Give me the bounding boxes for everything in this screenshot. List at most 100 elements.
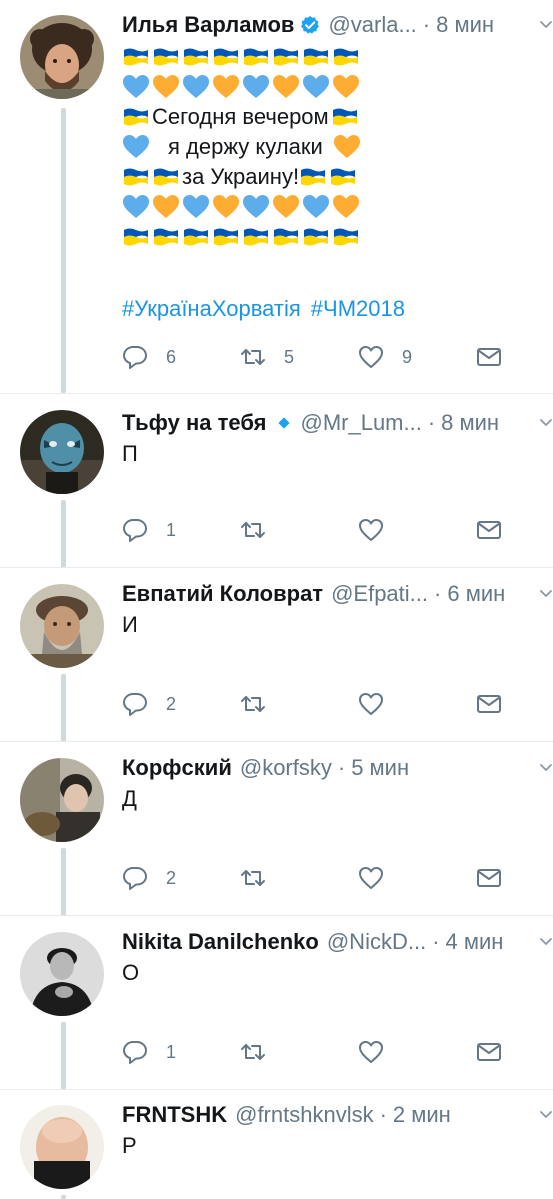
tweet-header: Корфский @korfsky · 5 мин [122, 753, 553, 783]
tweet-actions: 2 [122, 864, 512, 892]
author-name[interactable]: Илья Варламов [122, 12, 294, 38]
emoji-row-hearts [122, 72, 363, 102]
yellow-heart-emoji [212, 194, 240, 220]
tweet-actions: 1 [122, 1038, 512, 1066]
reply-count: 2 [166, 693, 177, 714]
like-button[interactable] [358, 690, 384, 718]
chevron-down-icon[interactable] [539, 935, 553, 949]
author-handle[interactable]: @korfsky [240, 755, 332, 781]
timestamp[interactable]: 5 мин [351, 755, 409, 781]
envelope-icon [476, 517, 502, 543]
reply-icon [122, 865, 148, 891]
author-handle[interactable]: @NickD... [327, 929, 426, 955]
avatar[interactable] [20, 758, 104, 842]
author-handle[interactable]: @Mr_Lum... [300, 410, 421, 436]
like-button[interactable] [358, 864, 384, 892]
emoji-row-flags [122, 222, 363, 252]
envelope-icon [476, 691, 502, 717]
author-handle[interactable]: @frntshknvlsk [235, 1102, 373, 1128]
like-button[interactable] [358, 1038, 384, 1066]
avatar[interactable] [20, 584, 104, 668]
retweet-button[interactable] [240, 1038, 266, 1066]
retweet-button[interactable] [240, 864, 266, 892]
avatar[interactable] [20, 410, 104, 494]
heart-icon [358, 344, 384, 370]
timestamp[interactable]: 8 мин [441, 410, 499, 436]
tweet[interactable]: Корфский @korfsky · 5 мин Д 2 [0, 741, 553, 915]
timestamp[interactable]: 8 мин [436, 12, 494, 38]
separator-dot: · [427, 410, 436, 435]
tweet[interactable]: Тьфу на тебя @Mr_Lum... · 8 мин П 1 [0, 393, 553, 567]
yellow-heart-emoji [332, 194, 360, 220]
text-line: за Украину! [122, 162, 363, 192]
hashtag-link[interactable]: #УкраїнаХорватія [122, 296, 301, 321]
reply-button[interactable]: 1 [122, 516, 176, 544]
ukraine-flag-emoji [332, 227, 360, 247]
avatar[interactable] [20, 1105, 104, 1189]
tweet[interactable]: Илья Варламов @varla... · 8 мин Сегодня … [0, 0, 553, 393]
reply-button[interactable]: 2 [122, 690, 176, 718]
tweet-header: Илья Варламов @varla... · 8 мин [122, 10, 553, 40]
reply-count: 1 [166, 519, 177, 540]
heart-icon [358, 865, 384, 891]
tweet[interactable]: Nikita Danilchenko @NickD... · 4 мин О 1 [0, 915, 553, 1089]
heart-icon [358, 517, 384, 543]
like-button[interactable]: 9 [358, 343, 412, 371]
tweet-thread: Илья Варламов @varla... · 8 мин Сегодня … [0, 0, 553, 1199]
tweet-text: И [122, 612, 138, 637]
retweet-button[interactable] [240, 690, 266, 718]
avatar[interactable] [20, 932, 104, 1016]
reply-button[interactable]: 2 [122, 864, 176, 892]
dm-button[interactable] [476, 516, 502, 544]
chevron-down-icon[interactable] [539, 416, 553, 430]
ukraine-flag-emoji [152, 227, 180, 247]
reply-button[interactable]: 6 [122, 343, 176, 371]
author-name[interactable]: FRNTSHK [122, 1102, 227, 1128]
dm-button[interactable] [476, 343, 502, 371]
author-name[interactable]: Nikita Danilchenko [122, 929, 319, 955]
dm-button[interactable] [476, 690, 502, 718]
avatar[interactable] [20, 15, 104, 99]
tweet[interactable]: FRNTSHK @frntshknvlsk · 2 мин Р [0, 1089, 553, 1199]
blue-heart-emoji [182, 194, 210, 220]
hashtag-link[interactable]: #ЧМ2018 [311, 296, 405, 321]
timestamp[interactable]: 2 мин [393, 1102, 451, 1128]
chevron-down-icon[interactable] [539, 1108, 553, 1122]
tweet-actions: 6 5 9 [122, 343, 512, 371]
chevron-down-icon[interactable] [539, 18, 553, 32]
author-name[interactable]: Тьфу на тебя [122, 410, 266, 436]
like-count: 9 [402, 346, 413, 367]
chevron-down-icon[interactable] [539, 587, 553, 601]
tweet-text: Д [122, 786, 137, 811]
yellow-heart-emoji [332, 74, 360, 100]
emoji-row-hearts [122, 192, 363, 222]
author-handle[interactable]: @Efpati... [331, 581, 428, 607]
heart-icon [358, 1039, 384, 1065]
avatar-image [20, 410, 104, 494]
separator-dot: · [337, 755, 346, 780]
timestamp[interactable]: 4 мин [446, 929, 504, 955]
timestamp[interactable]: 6 мин [447, 581, 505, 607]
author-name[interactable]: Евпатий Коловрат [122, 581, 323, 607]
chevron-down-icon[interactable] [539, 761, 553, 775]
tweet-text: О [122, 960, 140, 985]
dm-button[interactable] [476, 1038, 502, 1066]
reply-button[interactable]: 1 [122, 1038, 176, 1066]
ukraine-flag-emoji [302, 227, 330, 247]
author-handle[interactable]: @varla... [328, 12, 416, 38]
avatar-image [20, 584, 104, 668]
yellow-heart-emoji [212, 74, 240, 100]
tweet-header: Тьфу на тебя @Mr_Lum... · 8 мин [122, 408, 553, 438]
ukraine-flag-emoji [122, 167, 150, 187]
retweet-button[interactable]: 5 [240, 343, 294, 371]
verified-badge-icon [301, 16, 320, 34]
emoji-row-flags [122, 42, 363, 72]
like-button[interactable] [358, 516, 384, 544]
tweet[interactable]: Евпатий Коловрат @Efpati... · 6 мин И 2 [0, 567, 553, 741]
dm-button[interactable] [476, 864, 502, 892]
tweet-actions: 2 [122, 690, 512, 718]
author-name[interactable]: Корфский [122, 755, 232, 781]
retweet-icon [240, 344, 266, 370]
retweet-button[interactable] [240, 516, 266, 544]
ukraine-flag-emoji [212, 227, 240, 247]
